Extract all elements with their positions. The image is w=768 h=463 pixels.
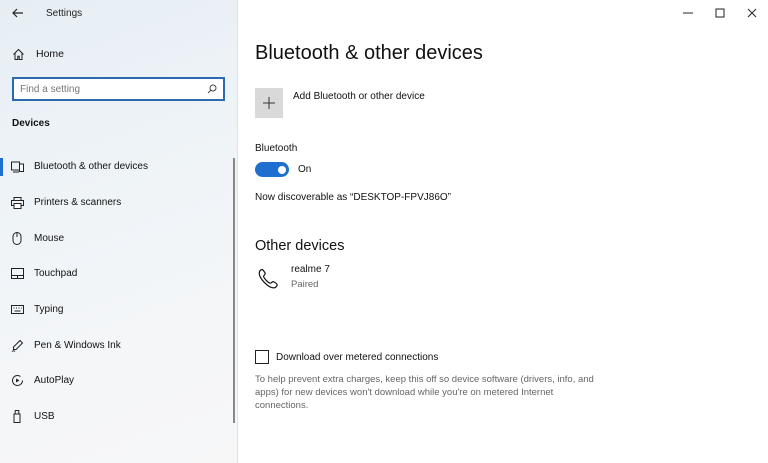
search-input[interactable]: [20, 83, 207, 95]
home-label: Home: [36, 48, 65, 60]
sidebar-item-label: Typing: [34, 304, 64, 316]
title-bar: Settings: [0, 0, 238, 26]
home-icon: [0, 48, 36, 61]
device-text: realme 7 Paired: [291, 264, 330, 290]
bluetooth-devices-icon: [0, 161, 34, 173]
metered-checkbox[interactable]: [255, 350, 269, 364]
metered-label: Download over metered connections: [276, 351, 439, 363]
sidebar-item-pen[interactable]: Pen & Windows Ink: [0, 327, 238, 363]
sidebar-item-label: AutoPlay: [34, 375, 75, 387]
sidebar-item-mouse[interactable]: Mouse: [0, 220, 238, 256]
bluetooth-toggle-row: On: [255, 162, 311, 177]
section-title: Devices: [12, 118, 50, 129]
mouse-icon: [0, 231, 34, 245]
device-name: realme 7: [291, 264, 330, 275]
bluetooth-toggle-state: On: [298, 164, 312, 175]
search-box[interactable]: [12, 77, 225, 101]
add-device-button[interactable]: Add Bluetooth or other device: [255, 88, 425, 118]
sidebar-item-label: Bluetooth & other devices: [34, 161, 148, 173]
metered-help-text: To help prevent extra charges, keep this…: [255, 374, 594, 411]
other-devices-title: Other devices: [255, 238, 345, 254]
home-link[interactable]: Home: [0, 42, 238, 66]
sidebar-item-label: Pen & Windows Ink: [34, 339, 121, 351]
search-icon[interactable]: [207, 84, 217, 94]
printer-icon: [0, 196, 34, 209]
maximize-icon: [715, 8, 725, 18]
back-arrow-icon: [12, 8, 23, 18]
autoplay-icon: [0, 374, 34, 387]
sidebar-nav: Bluetooth & other devices Printers & sca…: [0, 149, 238, 435]
close-icon: [747, 8, 757, 18]
device-item[interactable]: realme 7 Paired: [255, 264, 330, 292]
sidebar-item-label: USB: [34, 411, 55, 423]
sidebar-item-typing[interactable]: Typing: [0, 292, 238, 328]
usb-icon: [0, 410, 34, 424]
minimize-button[interactable]: [672, 0, 704, 26]
maximize-button[interactable]: [704, 0, 736, 26]
sidebar-item-label: Mouse: [34, 232, 65, 244]
minimize-icon: [683, 12, 693, 14]
app-title: Settings: [46, 7, 83, 19]
main-content: Bluetooth & other devices Add Bluetooth …: [239, 0, 768, 463]
sidebar-item-label: Printers & scanners: [34, 197, 122, 209]
sidebar-item-usb[interactable]: USB: [0, 399, 238, 435]
back-button[interactable]: [0, 0, 36, 26]
device-status: Paired: [291, 279, 319, 290]
touchpad-icon: [0, 268, 34, 280]
plus-icon: [263, 97, 275, 109]
sidebar-item-autoplay[interactable]: AutoPlay: [0, 363, 238, 399]
add-tile[interactable]: [255, 88, 283, 118]
bluetooth-toggle[interactable]: [255, 162, 289, 177]
sidebar: Settings Home Devices Bluetooth &: [0, 0, 238, 463]
discoverable-text: Now discoverable as “DESKTOP-FPVJ86O”: [255, 192, 451, 203]
sidebar-scrollbar[interactable]: [233, 158, 235, 423]
window-controls: [672, 0, 768, 26]
phone-icon: [255, 264, 283, 292]
add-device-label: Add Bluetooth or other device: [293, 91, 425, 102]
close-button[interactable]: [736, 0, 768, 26]
pen-icon: [0, 339, 34, 352]
sidebar-item-printers[interactable]: Printers & scanners: [0, 185, 238, 221]
bluetooth-label: Bluetooth: [255, 143, 298, 154]
keyboard-icon: [0, 305, 34, 315]
sidebar-item-label: Touchpad: [34, 268, 78, 280]
metered-option[interactable]: Download over metered connections: [255, 350, 438, 364]
sidebar-item-bluetooth[interactable]: Bluetooth & other devices: [0, 149, 238, 185]
page-title: Bluetooth & other devices: [255, 42, 483, 64]
sidebar-item-touchpad[interactable]: Touchpad: [0, 256, 238, 292]
